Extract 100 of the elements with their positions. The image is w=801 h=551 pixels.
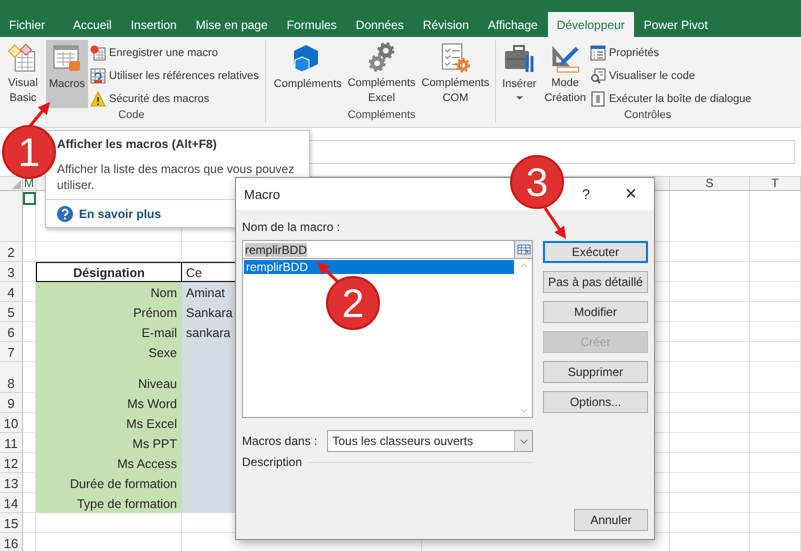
- column-header[interactable]: S: [670, 177, 750, 190]
- ribbon-tab[interactable]: Formules: [278, 12, 346, 37]
- step-badge: 3: [510, 155, 564, 209]
- table-cell: [750, 433, 801, 453]
- record-icon: [90, 44, 106, 60]
- row-number[interactable]: 12: [0, 453, 23, 473]
- chevron-down-icon[interactable]: [520, 408, 528, 413]
- chevron-up-icon[interactable]: [520, 263, 528, 268]
- macro-name-field[interactable]: remplirBDD: [242, 240, 515, 259]
- row-number[interactable]: 2: [0, 242, 23, 262]
- step-badge: 1: [2, 125, 56, 179]
- row-number[interactable]: 9: [0, 393, 23, 413]
- dialog-button[interactable]: Pas à pas détaillé: [543, 271, 648, 293]
- table-icon: [516, 244, 530, 255]
- chevron-down-icon: [520, 438, 528, 444]
- table-cell: [750, 322, 801, 342]
- toolbox-icon: [503, 42, 536, 74]
- table-cell: Durée de formation: [36, 473, 182, 493]
- ribbon-button[interactable]: Compléments: [272, 40, 344, 108]
- dialog-button[interactable]: Options...: [543, 391, 648, 413]
- section-label: Description: [242, 455, 302, 469]
- group-label: Contrôles: [624, 109, 672, 121]
- table-cell: [750, 362, 801, 393]
- arrow: [28, 102, 50, 127]
- column-header[interactable]: T: [750, 177, 801, 190]
- help-icon: [57, 206, 73, 222]
- cancel-button[interactable]: Annuler: [574, 509, 648, 531]
- group-label: Compléments: [348, 109, 416, 121]
- row-number[interactable]: 15: [0, 513, 23, 533]
- ribbon-button[interactable]: Enregistrer une macro: [90, 42, 261, 63]
- row-number[interactable]: 16: [0, 533, 23, 551]
- ribbon-tab[interactable]: Révision: [414, 12, 478, 37]
- active-cell[interactable]: [23, 192, 36, 205]
- dialog-button[interactable]: Supprimer: [543, 361, 648, 383]
- row-number[interactable]: 13: [0, 473, 23, 493]
- ribbon-button[interactable]: Propriétés: [590, 42, 754, 63]
- ribbon-button[interactable]: Compléments COM: [420, 40, 492, 108]
- table-cell: Type de formation: [36, 493, 182, 513]
- row-number[interactable]: 4: [0, 282, 23, 302]
- arrow: [317, 262, 340, 284]
- list-item[interactable]: remplirBDD: [244, 260, 514, 274]
- ribbon-button[interactable]: Utiliser les références relatives: [90, 65, 261, 86]
- table-cell: [750, 342, 801, 362]
- learn-more-link[interactable]: En savoir plus: [79, 207, 162, 221]
- tooltip-title: Afficher les macros (Alt+F8): [57, 137, 218, 151]
- ribbon-button[interactable]: Visualiser le code: [590, 65, 754, 86]
- table-cell: Nom: [36, 282, 182, 302]
- ribbon-button[interactable]: Insérer: [498, 40, 540, 108]
- ribbon-button[interactable]: Visual Basic: [2, 40, 44, 108]
- workbook-select[interactable]: Tous les classeurs ouverts: [327, 430, 533, 452]
- help-button[interactable]: ?: [564, 178, 608, 210]
- range-picker-button[interactable]: [515, 240, 533, 259]
- table-cell: [750, 453, 801, 473]
- ribbon-button[interactable]: Macros: [46, 40, 88, 108]
- row-number[interactable]: 11: [0, 433, 23, 453]
- field-label: Macros dans :: [242, 434, 318, 448]
- row-number[interactable]: 6: [0, 322, 23, 342]
- table-cell: [750, 493, 801, 513]
- table-cell: Sexe: [36, 342, 182, 362]
- table-cell: [750, 473, 801, 493]
- warning-icon: [90, 90, 106, 106]
- ribbon-button[interactable]: Mode Création: [542, 40, 588, 108]
- ribbon-tab[interactable]: Données: [346, 12, 413, 37]
- dialog-button[interactable]: Exécuter: [543, 241, 648, 263]
- ribbon-tab[interactable]: Développeur: [548, 12, 634, 37]
- window-icon: [590, 90, 606, 106]
- table-cell: Ms PPT: [36, 433, 182, 453]
- close-button[interactable]: ×: [608, 178, 654, 210]
- dialog-button[interactable]: Modifier: [543, 301, 648, 323]
- ribbon-tab[interactable]: Power Pivot: [634, 12, 717, 37]
- ribbon-tab[interactable]: Accueil: [64, 12, 121, 37]
- column-heading: Désignation: [36, 262, 182, 282]
- table-cell: [750, 282, 801, 302]
- table-cell: [750, 262, 801, 282]
- table-cell: Ms Excel: [36, 413, 182, 433]
- ribbon-tab[interactable]: Fichier: [1, 12, 64, 37]
- field-label: Nom de la macro :: [242, 220, 342, 236]
- ribbon-button[interactable]: Sécurité des macros: [90, 88, 261, 109]
- table-cell: [750, 413, 801, 433]
- ribbon-tab[interactable]: Mise en page: [186, 12, 277, 37]
- table-cell: [750, 242, 801, 262]
- table-cell: Ms Access: [36, 453, 182, 473]
- row-number[interactable]: 7: [0, 342, 23, 362]
- table-cell: [23, 513, 36, 533]
- row-number[interactable]: 10: [0, 413, 23, 433]
- table-cell: [750, 393, 801, 413]
- checklist-icon: [439, 42, 472, 73]
- row-number[interactable]: 5: [0, 302, 23, 322]
- table-cell: Niveau: [36, 362, 182, 393]
- ribbon-tab[interactable]: Insertion: [122, 12, 186, 37]
- row-number[interactable]: 8: [0, 362, 23, 393]
- table-cell: Ms Word: [36, 393, 182, 413]
- ribbon-button[interactable]: Exécuter la boîte de dialogue: [590, 88, 754, 109]
- table-cell: [750, 513, 801, 533]
- ribbon-tab[interactable]: Affichage: [478, 12, 547, 37]
- group-label: Code: [118, 109, 145, 121]
- row-number[interactable]: 14: [0, 493, 23, 513]
- row-number[interactable]: 3: [0, 262, 23, 282]
- table-cell: E-mail: [36, 322, 182, 342]
- ribbon-button[interactable]: Compléments Excel: [346, 40, 418, 108]
